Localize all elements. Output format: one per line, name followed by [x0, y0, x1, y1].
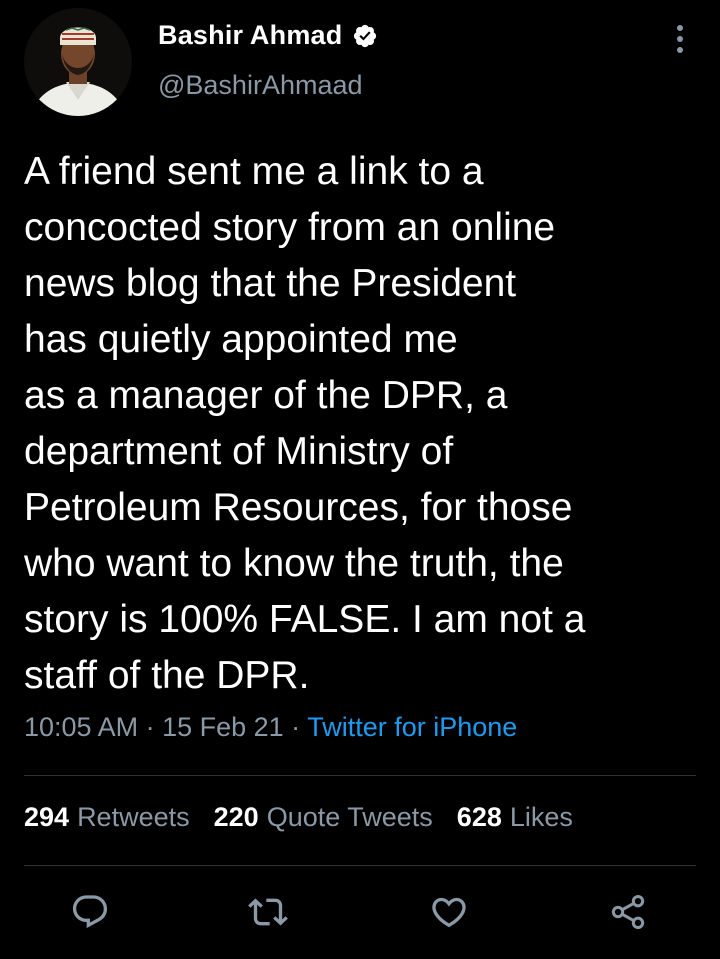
engagement-stats: 294 Retweets 220 Quote Tweets 628 Likes: [24, 802, 573, 833]
tweet-time[interactable]: 10:05 AM: [24, 712, 138, 742]
tweet-detail-view: Bashir Ahmad @BashirAhmaad A friend sent…: [0, 0, 720, 959]
retweets-count: 294: [24, 802, 70, 832]
reply-icon: [72, 895, 108, 929]
reply-button[interactable]: [68, 890, 112, 934]
share-button[interactable]: [606, 890, 650, 934]
divider: [24, 775, 696, 776]
retweets-label: Retweets: [77, 802, 190, 832]
more-vertical-icon[interactable]: [664, 22, 696, 56]
avatar[interactable]: [24, 8, 132, 116]
retweet-button[interactable]: [246, 890, 290, 934]
likes-label: Likes: [509, 802, 573, 832]
meta-separator: ·: [138, 712, 163, 742]
retweet-icon: [248, 898, 288, 926]
meta-separator: ·: [283, 712, 308, 742]
retweets-stat[interactable]: 294 Retweets: [24, 802, 190, 833]
likes-count: 628: [456, 802, 502, 832]
author-name-row[interactable]: Bashir Ahmad: [158, 20, 378, 51]
tweet-date[interactable]: 15 Feb 21: [162, 712, 284, 742]
tweet-text: A friend sent me a link to a concocted s…: [24, 150, 586, 697]
quote-tweets-count: 220: [213, 802, 259, 832]
likes-stat[interactable]: 628 Likes: [457, 802, 573, 833]
verified-badge-icon: [354, 24, 377, 47]
tweet-metadata: 10:05 AM · 15 Feb 21 · Twitter for iPhon…: [24, 712, 517, 743]
divider: [24, 865, 696, 866]
avatar-photo: [24, 8, 132, 116]
quote-tweets-label: Quote Tweets: [266, 802, 433, 832]
author-handle[interactable]: @BashirAhmaad: [158, 70, 363, 101]
quote-tweets-stat[interactable]: 220 Quote Tweets: [214, 802, 433, 833]
share-icon: [611, 895, 645, 929]
author-display-name[interactable]: Bashir Ahmad: [158, 20, 342, 51]
tweet-source-link[interactable]: Twitter for iPhone: [307, 712, 517, 742]
like-button[interactable]: [427, 890, 471, 934]
heart-icon: [432, 897, 466, 928]
